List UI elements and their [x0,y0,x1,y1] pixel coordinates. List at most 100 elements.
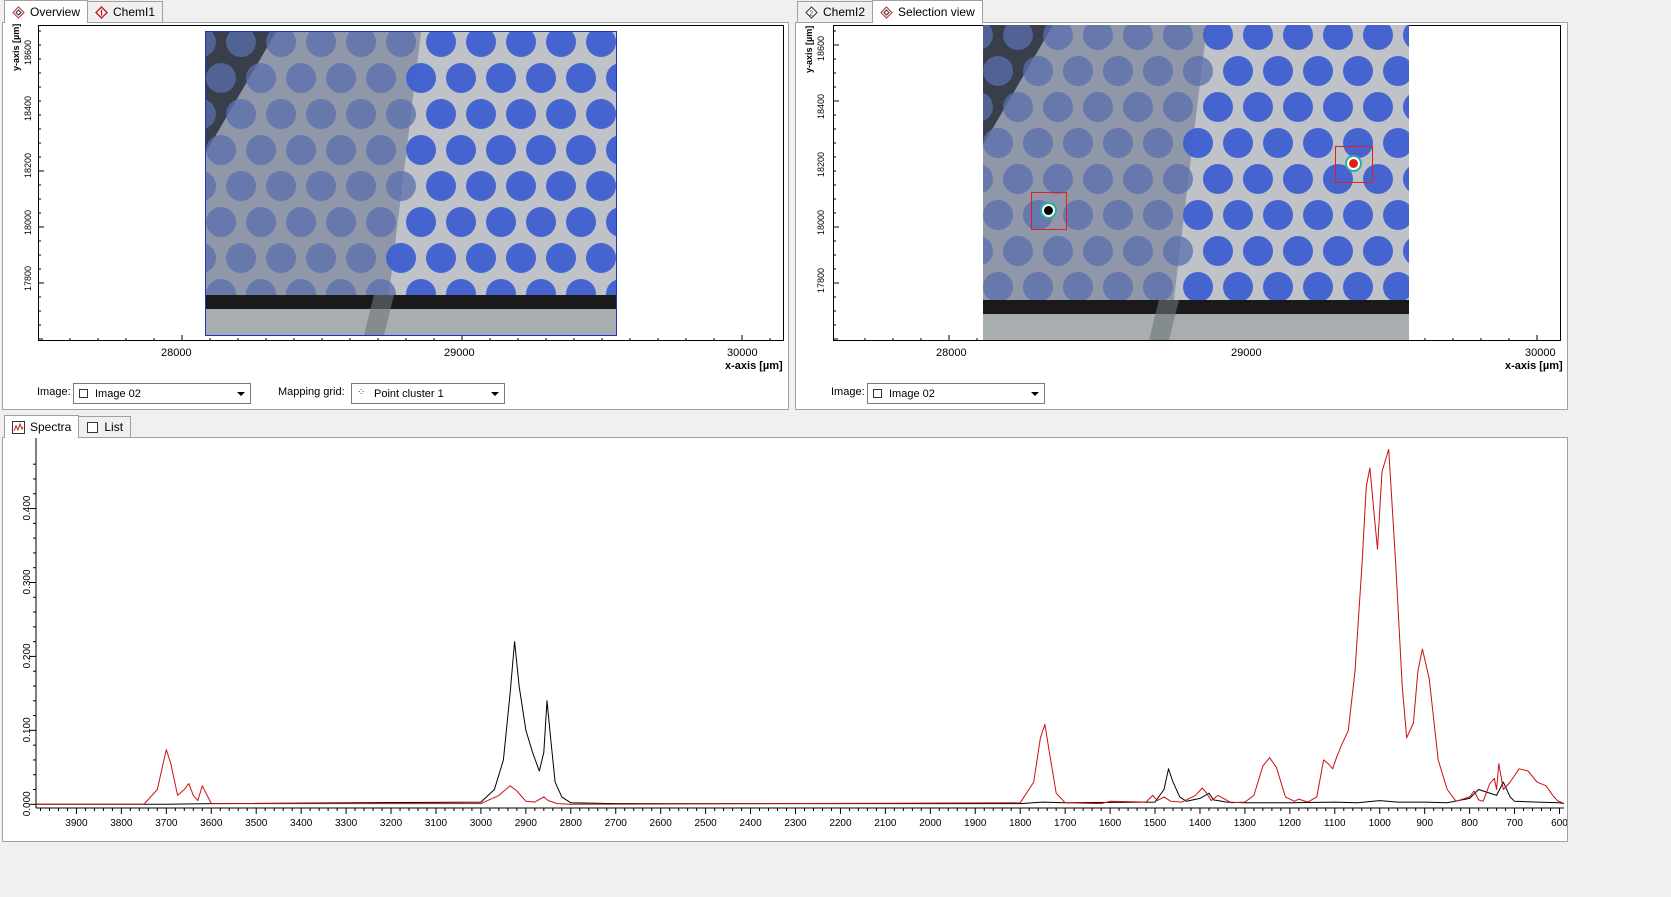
blue-dot [1083,236,1113,266]
blue-dot [346,99,376,129]
blue-dot [1283,164,1313,194]
spectra-x-tick-label: 1100 [1324,818,1346,829]
blue-dot [1063,128,1093,158]
blue-dot [306,99,336,129]
spectra-x-tick-label: 3700 [155,818,178,829]
selection-box-red-point[interactable] [1335,146,1373,183]
blue-dot [506,99,536,129]
blue-dot [1163,236,1193,266]
overview-y-tick: 18000 [23,209,33,235]
blue-dot [1103,128,1133,158]
selection-y-axis-label: y-axis [µm] [804,25,814,73]
spectra-x-tick-label: 1500 [1144,818,1167,829]
blue-dot [1303,200,1333,230]
blue-dot [446,207,476,237]
overview-image-select[interactable]: Image 02 [73,383,251,404]
blue-dot [306,243,336,273]
blue-dot [1003,92,1033,122]
overview-y-tick: 18400 [23,95,33,121]
chevron-down-icon [1031,392,1039,396]
blue-dot [526,135,556,165]
blue-dot [1243,92,1273,122]
tab-chemi1[interactable]: ChemI1 [87,1,164,22]
blue-dot [286,63,316,93]
spectra-x-tick-label: 1600 [1099,818,1122,829]
overview-plot-area [38,25,784,341]
blue-dot [1343,272,1373,302]
selection-box-black-point[interactable] [1031,192,1067,230]
spectra-x-tick-label: 2800 [560,818,583,829]
spectrum-line-red[interactable] [36,448,1565,805]
spectra-x-tick-label: 3600 [200,818,223,829]
blue-dot [526,207,556,237]
blue-dot [466,171,496,201]
tab-overview[interactable]: Overview [4,0,89,23]
blue-dot [1163,92,1193,122]
blue-dot [546,243,576,273]
tab-selection-view[interactable]: Selection view [872,0,983,23]
image-bottom-strip [206,309,616,335]
spectra-x-tick-label: 2700 [605,818,628,829]
blue-dot [386,171,416,201]
blue-dot [1063,200,1093,230]
blue-dot [586,243,616,273]
blue-dot [1083,164,1113,194]
spectra-chart[interactable]: 0.000 0.100 0.200 0.300 0.400 3900 3800 3700 360… [3,438,1567,841]
tab-chemi1-label: ChemI1 [113,5,156,19]
blue-dot [1243,236,1273,266]
spectra-x-tick-label: 2600 [650,818,673,829]
mapping-grid-select[interactable]: ⁘ Point cluster 1 [351,383,505,404]
blue-dot [406,63,436,93]
blue-dot [326,135,356,165]
image-bottom-strip [983,314,1409,340]
selection-x-tick: 30000 [1525,347,1556,359]
blue-dot [586,171,616,201]
blue-dot [266,99,296,129]
spectra-x-tick-label: 3200 [380,818,403,829]
spectra-x-tick-label: 1200 [1279,818,1302,829]
blue-dot [1263,200,1293,230]
overview-diamond-icon [12,5,25,19]
tab-spectra[interactable]: Spectra [4,415,80,438]
blue-dot [246,63,276,93]
blue-dot [1143,200,1173,230]
tab-chemi2-label: ChemI2 [823,5,866,19]
blue-dot [546,171,576,201]
selection-y-tick: 18000 [816,209,826,235]
blue-dot [1043,92,1073,122]
blue-dot [1023,56,1053,86]
black-marker-dot [1044,206,1053,215]
blue-dot [983,128,1013,158]
blue-dot [246,207,276,237]
tab-list[interactable]: List [78,416,132,437]
blue-dot [1023,272,1053,302]
blue-dot [1003,164,1033,194]
blue-dot [1183,200,1213,230]
blue-dot [426,99,456,129]
selection-image-label: Image: [831,386,865,398]
blue-dot [486,63,516,93]
bottom-tabbar: Spectra List [4,415,132,438]
spectra-x-tick-label: 3400 [290,818,313,829]
overview-microscope-image[interactable] [205,31,617,336]
spectra-x-tick-label: 1400 [1189,818,1212,829]
selection-y-tick: 18600 [816,35,826,61]
blue-dot [226,99,256,129]
selection-x-axis-label: x-axis [µm] [1505,360,1563,372]
spectra-x-tick-label: 3500 [245,818,268,829]
blue-dot [486,135,516,165]
blue-dot [266,243,296,273]
overview-y-tick: 18600 [23,39,33,65]
tab-overview-label: Overview [30,5,81,19]
tab-chemi2[interactable]: 2 ChemI2 [797,1,874,22]
blue-dot [1303,56,1333,86]
blue-dot [446,63,476,93]
blue-dot [1163,164,1193,194]
blue-dot [1283,92,1313,122]
blue-dot [1203,92,1233,122]
selection-image-select[interactable]: Image 02 [867,383,1045,404]
blue-dot [983,56,1013,86]
overview-image-label: Image: [37,386,71,398]
blue-dot [566,135,596,165]
spectrum-line-black[interactable] [36,641,1565,805]
